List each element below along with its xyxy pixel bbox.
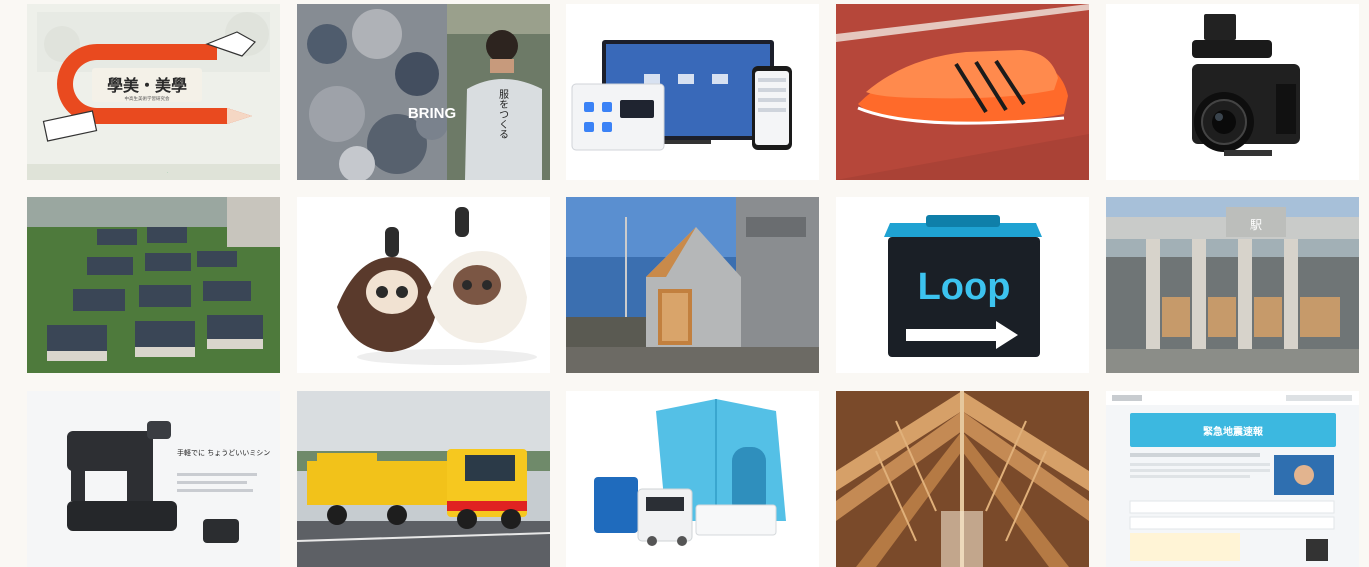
loop-delivery-tote-icon: Loop <box>836 197 1089 373</box>
gallery-tile-running-shoes[interactable] <box>836 4 1089 180</box>
orange-running-spike-shoes-icon <box>836 4 1089 180</box>
sewing-headline: 手軽でに ちょうどいいミシン <box>177 448 270 457</box>
gallery-tile-home-robots[interactable] <box>297 197 550 373</box>
train-station-building-icon: 駅 <box>1106 197 1359 373</box>
gallery-tile-solar-housing[interactable] <box>27 197 280 373</box>
gallery-tile-rail-truck[interactable] <box>297 391 550 567</box>
gallery-tile-train-station[interactable]: 駅 <box>1106 197 1359 373</box>
gallery-tile-sewing-machine[interactable]: 手軽でに ちょうどいいミシン <box>27 391 280 567</box>
timber-lattice-roof-icon <box>836 391 1089 567</box>
bring-logo-text: BRING <box>408 105 456 122</box>
clothing-recycling-poster-icon: BRING 服をつくる <box>297 4 550 180</box>
bring-slogan-text: 服をつくる <box>497 89 509 139</box>
wooden-gabled-house-icon <box>566 197 819 373</box>
gallery-tile-wooden-house[interactable] <box>566 197 819 373</box>
alert-heading: 緊急地震速報 <box>1203 425 1264 438</box>
gallery-tile-cinema-camera[interactable] <box>1106 4 1359 180</box>
gallery-tile-loop-tote[interactable]: Loop <box>836 197 1089 373</box>
red-magnet-pencil-illustration-icon: 學美・美學 中高生美術学習研究会 · <box>27 4 280 180</box>
lovot-home-robots-icon <box>297 197 550 373</box>
gallery-tile-multi-device-app[interactable] <box>566 4 819 180</box>
cinema-camera-icon <box>1106 4 1359 180</box>
earthquake-alert-webpage-icon: 緊急地震速報 <box>1106 391 1359 567</box>
svg-text:·: · <box>167 170 168 175</box>
poster-title: 學美・美學 <box>107 76 187 95</box>
gallery-tile-timber-roof[interactable] <box>836 391 1089 567</box>
gallery-tile-earthquake-alert-page[interactable]: 緊急地震速報 <box>1106 391 1359 567</box>
yellow-rail-truck-icon <box>297 391 550 567</box>
tv-tablet-phone-apps-icon <box>566 4 819 180</box>
poster-subtitle: 中高生美術学習研究会 <box>125 95 170 102</box>
station-sign: 駅 <box>1250 218 1262 232</box>
sewing-machine-icon: 手軽でに ちょうどいいミシン <box>27 391 280 567</box>
gallery-tile-bring-campaign[interactable]: BRING 服をつくる <box>297 4 550 180</box>
gallery-tile-art-education-poster[interactable]: 學美・美學 中高生美術学習研究会 · <box>27 4 280 180</box>
emergency-shelter-kit-icon <box>566 391 819 567</box>
loop-logo-text: Loop <box>918 266 1011 308</box>
project-gallery-grid: 學美・美學 中高生美術学習研究会 · BRING 服をつくる Loop 駅 手軽… <box>0 0 1369 567</box>
gallery-tile-shelter-kit[interactable] <box>566 391 819 567</box>
solar-roof-housing-aerial-icon <box>27 197 280 373</box>
